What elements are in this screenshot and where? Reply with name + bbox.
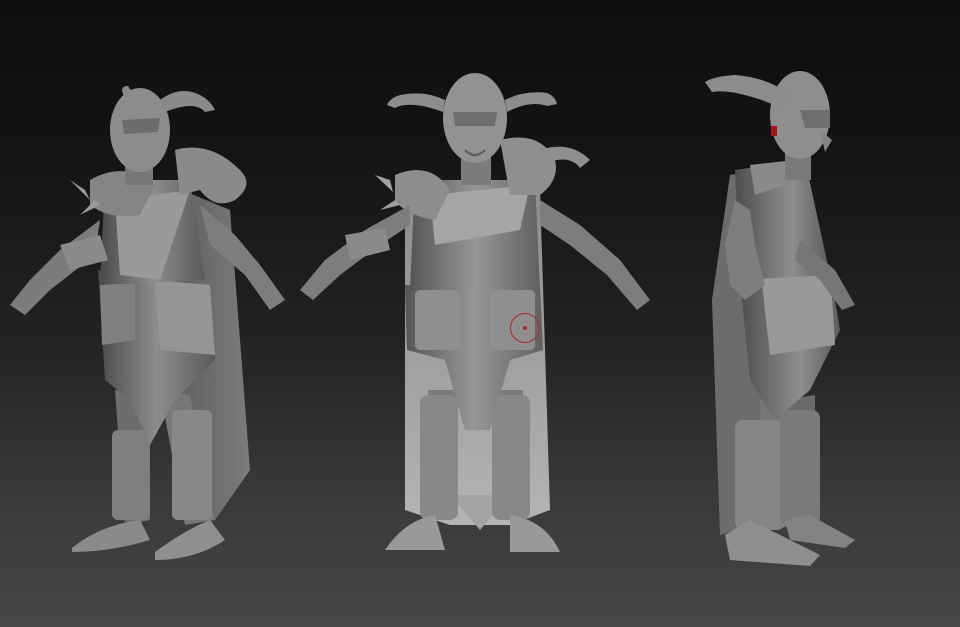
character-view-three-quarter bbox=[0, 0, 300, 627]
character-view-front bbox=[285, 0, 670, 627]
sculpt-viewport[interactable] bbox=[0, 0, 960, 627]
selection-marker-icon bbox=[771, 126, 777, 136]
brush-center-dot bbox=[523, 326, 527, 330]
brush-cursor-icon bbox=[510, 313, 540, 343]
character-view-side bbox=[690, 0, 960, 627]
